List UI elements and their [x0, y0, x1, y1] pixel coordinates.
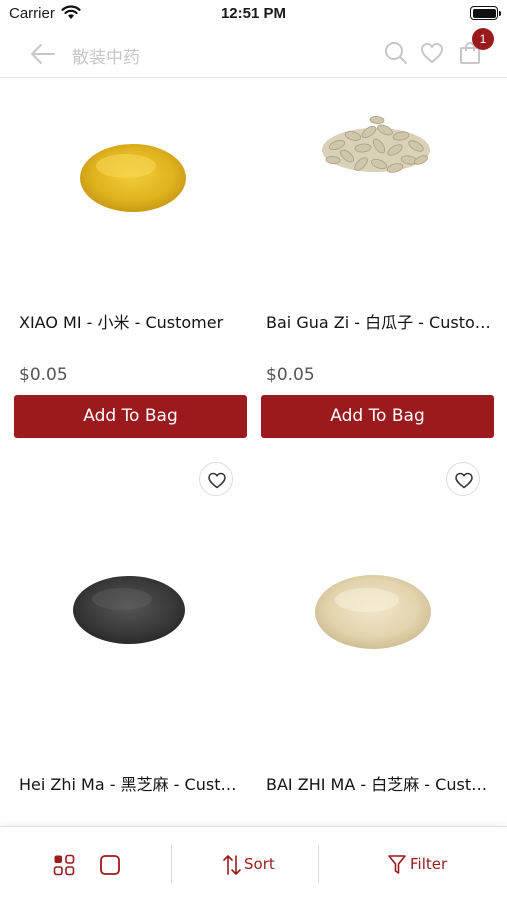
favorite-button[interactable] — [446, 462, 480, 496]
add-to-bag-button[interactable]: Add To Bag — [261, 395, 494, 438]
divider — [318, 845, 319, 883]
product-card[interactable]: BAI ZHI MA - 白芝麻 - Customer — [261, 462, 494, 824]
filter-icon — [388, 855, 406, 874]
product-name[interactable]: Bai Gua Zi - 白瓜子 - Customer — [266, 309, 492, 333]
product-price: $0.05 — [19, 365, 68, 385]
product-name[interactable]: XIAO MI - 小米 - Customer — [19, 309, 245, 333]
filter-button[interactable]: Filter — [387, 849, 457, 879]
product-card[interactable]: Hei Zhi Ma - 黑芝麻 - Customer — [14, 462, 247, 824]
page-title: 散装中药 — [72, 48, 140, 68]
back-arrow-icon[interactable] — [28, 41, 58, 67]
divider — [171, 845, 172, 883]
product-card[interactable]: Bai Gua Zi - 白瓜子 - Customer $0.05 Add To… — [261, 80, 494, 440]
product-image[interactable] — [14, 502, 247, 722]
sort-button[interactable]: Sort — [222, 849, 282, 879]
favorite-button[interactable] — [199, 462, 233, 496]
product-image[interactable] — [14, 80, 247, 280]
product-price: $0.05 — [266, 365, 315, 385]
clock: 12:51 PM — [220, 5, 287, 22]
product-card[interactable]: XIAO MI - 小米 - Customer $0.05 Add To Bag — [14, 80, 247, 440]
single-view-icon[interactable] — [99, 854, 121, 876]
product-name[interactable]: BAI ZHI MA - 白芝麻 - Customer — [266, 771, 492, 795]
bag-count-badge: 1 — [472, 28, 494, 50]
grid-view-icon[interactable] — [53, 854, 75, 876]
sort-icon — [223, 855, 241, 875]
heart-icon — [455, 472, 473, 489]
filter-label: Filter — [410, 855, 448, 873]
product-image[interactable] — [261, 80, 494, 280]
add-to-bag-button[interactable]: Add To Bag — [14, 395, 247, 438]
status-bar: Carrier 12:51 PM — [0, 0, 507, 30]
heart-icon — [208, 472, 226, 489]
nav-bar: 散装中药 1 — [0, 28, 507, 78]
heart-icon[interactable] — [419, 40, 445, 66]
sort-label: Sort — [244, 855, 275, 873]
product-image[interactable] — [261, 502, 494, 722]
bottom-toolbar: Sort Filter — [0, 826, 507, 900]
product-name[interactable]: Hei Zhi Ma - 黑芝麻 - Customer — [19, 771, 245, 795]
battery-icon — [470, 6, 501, 20]
search-icon[interactable] — [383, 40, 409, 66]
